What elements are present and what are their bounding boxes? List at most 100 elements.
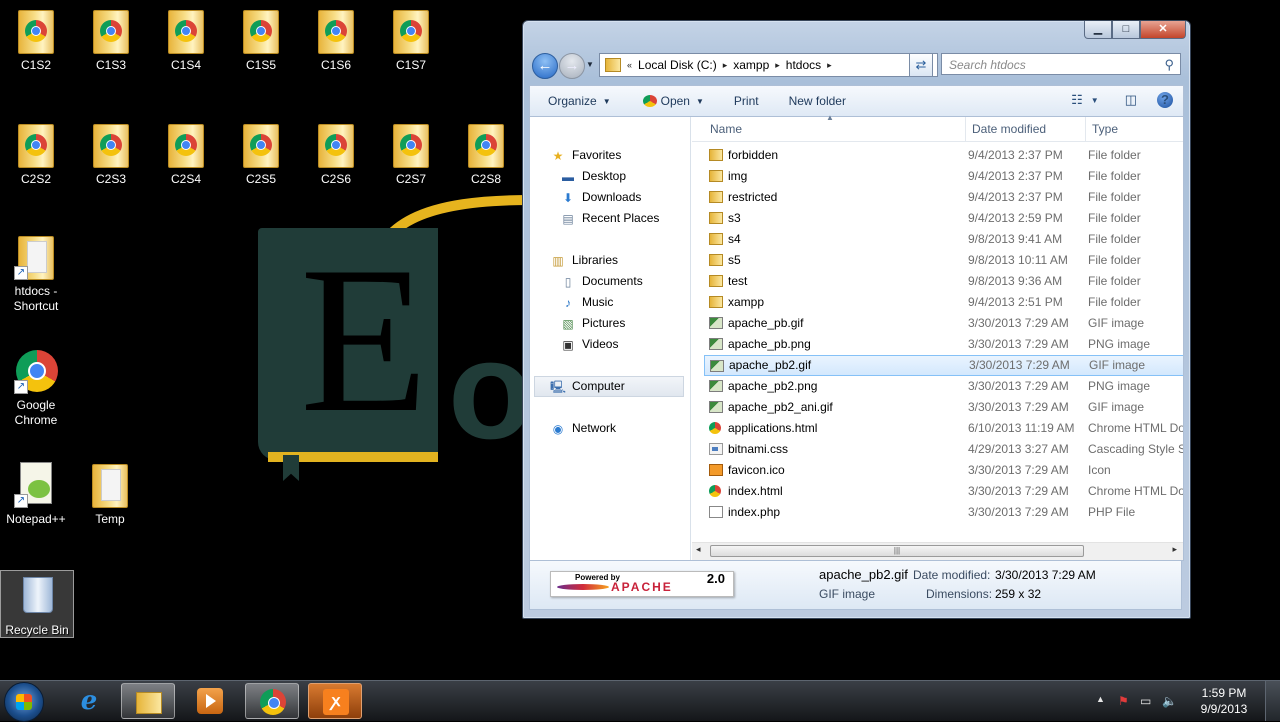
desktop-icon-folder[interactable]: C1S2 — [4, 6, 68, 73]
breadcrumb-htdocs[interactable]: htdocs — [786, 58, 821, 72]
desktop-icon-folder[interactable]: C2S7 — [379, 120, 443, 187]
breadcrumb-xampp[interactable]: xampp — [733, 58, 769, 72]
pictures-icon: ▧ — [562, 316, 574, 331]
nav-downloads[interactable]: ⬇ Downloads — [560, 187, 641, 208]
file-row[interactable]: s4 9/8/2013 9:41 AM File folder — [704, 229, 1183, 250]
taskbar-windows-explorer[interactable] — [121, 683, 175, 719]
breadcrumb-local-disk[interactable]: Local Disk (C:) — [638, 58, 717, 72]
nav-favorites[interactable]: ★ Favorites — [550, 145, 622, 166]
search-input[interactable]: Search htdocs ⚲ — [941, 53, 1181, 75]
file-row[interactable]: s3 9/4/2013 2:59 PM File folder — [704, 208, 1183, 229]
system-clock[interactable]: 1:59 PM 9/9/2013 — [1194, 685, 1254, 717]
print-label: Print — [733, 94, 759, 108]
nav-libraries[interactable]: ▥ Libraries — [550, 250, 618, 271]
view-options-icon[interactable]: ☷ — [1071, 92, 1083, 108]
desktop-icon-folder[interactable]: C1S4 — [154, 6, 218, 73]
network-icon[interactable]: ▭ — [1140, 694, 1151, 708]
show-hidden-icons-icon[interactable]: ▲ — [1096, 694, 1105, 704]
desktop-icon-folder[interactable]: C1S5 — [229, 6, 293, 73]
new-folder-button[interactable]: New folder — [789, 94, 846, 108]
file-row[interactable]: index.html 3/30/2013 7:29 AM Chrome HTML D… — [704, 481, 1183, 502]
file-date-modified: 6/10/2013 11:19 AM — [968, 421, 1075, 435]
desktop-icon-google-chrome[interactable]: ↗ Google Chrome — [4, 346, 68, 428]
help-icon[interactable]: ? — [1157, 92, 1173, 108]
organize-button[interactable]: Organize ▼ — [548, 94, 611, 108]
back-button[interactable]: ← — [532, 53, 558, 79]
chevron-right-icon[interactable]: ▸ — [723, 60, 728, 71]
file-row[interactable]: favicon.ico 3/30/2013 7:29 AM Icon — [704, 460, 1183, 481]
forward-button[interactable]: → — [559, 53, 585, 79]
desktop-icon-folder[interactable]: C2S6 — [304, 120, 368, 187]
taskbar-xampp[interactable]: ꭗ — [308, 683, 362, 719]
desktop-icon-folder[interactable]: C2S2 — [4, 120, 68, 187]
chevron-right-icon[interactable]: ▸ — [775, 60, 780, 71]
column-header-type[interactable]: Type — [1086, 117, 1186, 141]
chevron-down-icon[interactable]: ▼ — [1091, 96, 1099, 105]
explorer-window[interactable]: ▁ □ ✕ ← → ▼ « Local Disk (C:) ▸ xampp ▸ … — [522, 20, 1191, 619]
scrollbar-thumb[interactable]: ||| — [710, 545, 1084, 557]
address-bar[interactable]: « Local Disk (C:) ▸ xampp ▸ htdocs ▸ ▼ — [599, 53, 938, 77]
desktop-icon-recycle-bin[interactable]: Recycle Bin — [0, 570, 74, 638]
preview-pane-icon[interactable]: ◫ — [1125, 92, 1137, 108]
file-row[interactable]: apache_pb2_ani.gif 3/30/2013 7:29 AM GIF i… — [704, 397, 1183, 418]
desktop-icon-folder[interactable]: C2S4 — [154, 120, 218, 187]
file-row[interactable]: xampp 9/4/2013 2:51 PM File folder — [704, 292, 1183, 313]
file-row[interactable]: test 9/8/2013 9:36 AM File folder — [704, 271, 1183, 292]
column-header-date-modified[interactable]: Date modified — [966, 117, 1086, 141]
search-icon[interactable]: ⚲ — [1164, 54, 1174, 76]
nav-pictures[interactable]: ▧ Pictures — [560, 313, 625, 334]
print-button[interactable]: Print — [734, 94, 759, 108]
file-row[interactable]: apache_pb2.gif 3/30/2013 7:29 AM GIF image — [704, 355, 1183, 376]
column-header-name[interactable]: Name — [704, 117, 966, 141]
file-row[interactable]: apache_pb.gif 3/30/2013 7:29 AM GIF image — [704, 313, 1183, 334]
desktop-icon-folder[interactable]: C2S5 — [229, 120, 293, 187]
close-button[interactable]: ✕ — [1140, 21, 1186, 39]
file-row[interactable]: apache_pb2.png 3/30/2013 7:29 AM PNG image — [704, 376, 1183, 397]
file-type: File folder — [1088, 190, 1141, 204]
folder-icon — [14, 6, 58, 54]
nav-music[interactable]: ♪ Music — [560, 292, 613, 313]
taskbar-internet-explorer[interactable]: e — [62, 683, 116, 719]
nav-computer[interactable]: 🖳 Computer — [550, 376, 625, 397]
nav-recent-places[interactable]: ▤ Recent Places — [560, 208, 659, 229]
desktop-icon-folder[interactable]: C1S3 — [79, 6, 143, 73]
file-row[interactable]: applications.html 6/10/2013 11:19 AM Chrom… — [704, 418, 1183, 439]
horizontal-scrollbar[interactable]: ◂ ||| ▸ — [692, 542, 1183, 560]
nav-desktop[interactable]: ▬ Desktop — [560, 166, 626, 187]
action-center-icon[interactable]: ⚑ — [1118, 694, 1129, 708]
file-date-modified: 9/8/2013 9:41 AM — [968, 232, 1063, 246]
desktop-icon-notepad-plus-plus[interactable]: ↗ Notepad++ — [4, 460, 68, 527]
nav-documents[interactable]: ▯ Documents — [560, 271, 643, 292]
file-row[interactable]: img 9/4/2013 2:37 PM File folder — [704, 166, 1183, 187]
desktop-icon-label: C2S2 — [20, 172, 52, 186]
chevron-right-icon[interactable]: ▸ — [827, 60, 832, 71]
scroll-left-icon[interactable]: ◂ — [696, 544, 701, 555]
desktop-icon-folder[interactable]: C1S7 — [379, 6, 443, 73]
taskbar-google-chrome[interactable] — [245, 683, 299, 719]
file-row[interactable]: s5 9/8/2013 10:11 AM File folder — [704, 250, 1183, 271]
refresh-button[interactable]: ⇄ — [909, 53, 933, 77]
file-row[interactable]: restricted 9/4/2013 2:37 PM File folder — [704, 187, 1183, 208]
recent-pages-dropdown-icon[interactable]: ▼ — [586, 60, 594, 69]
nav-videos[interactable]: ▣ Videos — [560, 334, 618, 355]
volume-icon[interactable]: 🔈 — [1162, 694, 1177, 708]
file-row[interactable]: index.php 3/30/2013 7:29 AM PHP File — [704, 502, 1183, 523]
file-row[interactable]: apache_pb.png 3/30/2013 7:29 AM PNG image — [704, 334, 1183, 355]
file-date-modified: 9/4/2013 2:37 PM — [968, 148, 1063, 162]
maximize-button[interactable]: □ — [1112, 21, 1140, 39]
desktop-icon-folder[interactable]: C2S8 — [454, 120, 518, 187]
taskbar-media-player[interactable] — [183, 683, 237, 719]
desktop-icon-temp[interactable]: Temp — [78, 460, 142, 527]
open-button[interactable]: Open ▼ — [642, 94, 704, 108]
file-row[interactable]: bitnami.css 4/29/2013 3:27 AM Cascading St… — [704, 439, 1183, 460]
minimize-button[interactable]: ▁ — [1084, 21, 1112, 39]
show-desktop-button[interactable] — [1265, 681, 1280, 721]
file-row[interactable]: forbidden 9/4/2013 2:37 PM File folder — [704, 145, 1183, 166]
start-button[interactable] — [4, 682, 44, 722]
desktop-icon-folder[interactable]: C2S3 — [79, 120, 143, 187]
desktop-icon-htdocs-shortcut[interactable]: ↗ htdocs - Shortcut — [4, 232, 68, 314]
scroll-right-icon[interactable]: ▸ — [1172, 544, 1177, 555]
notepad-plus-plus-icon: ↗ — [14, 460, 58, 508]
desktop-icon-folder[interactable]: C1S6 — [304, 6, 368, 73]
nav-network[interactable]: ◉ Network — [550, 418, 616, 439]
